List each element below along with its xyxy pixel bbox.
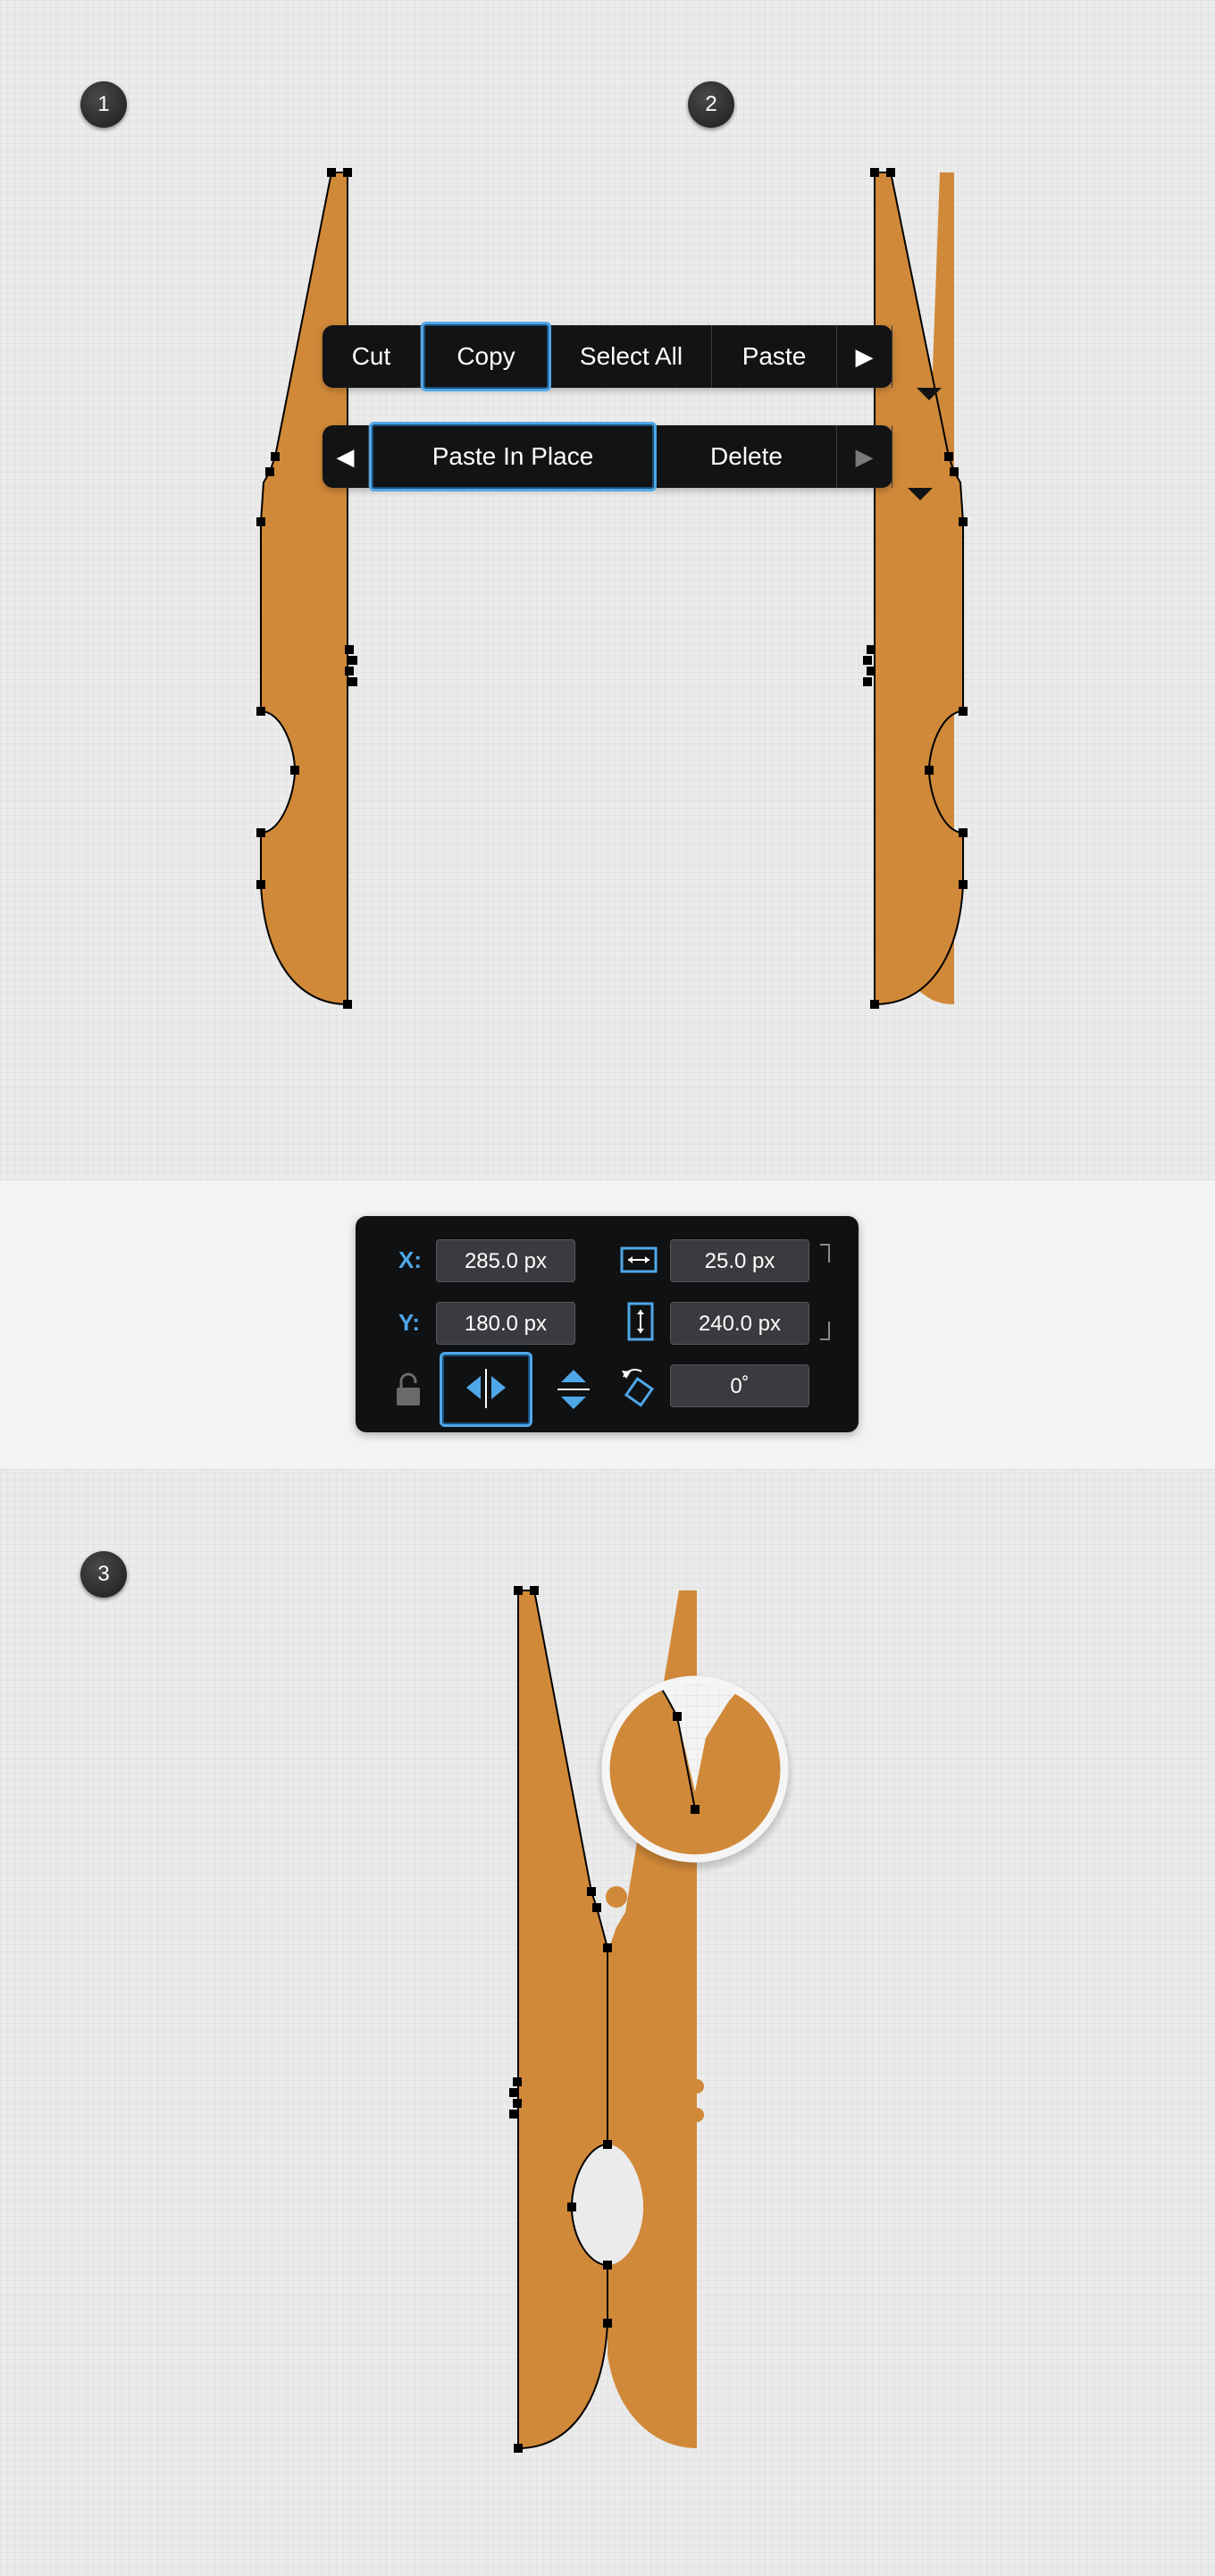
transform-panel: X: 285.0 px Y: 180.0 px 25.0 px 240.0 px [356,1216,859,1432]
menu-pointer [917,388,942,400]
menu-item-paste-in-place[interactable]: Paste In Place [369,422,657,491]
menu-next-arrow-icon[interactable]: ▶ [837,325,892,388]
menu-next-arrow-disabled-icon[interactable]: ▶ [837,425,892,488]
clothespin-front-half[interactable] [517,1590,608,2450]
width-input[interactable]: 25.0 px [670,1239,809,1282]
clothespin-drawing-bottom [509,1586,795,2453]
height-icon [627,1302,654,1341]
canvas-top: 1 2 Cut Copy Select All Paste ▶ ◀ Paste … [0,0,1215,1179]
menu-item-cut[interactable]: Cut [323,325,421,388]
flip-horizontal-icon [466,1369,506,1408]
canvas-bottom: 3 [0,1470,1215,2576]
height-input[interactable]: 240.0 px [670,1302,809,1345]
menu-pointer [908,488,933,500]
menu-item-delete[interactable]: Delete [657,425,837,488]
menu-item-select-all[interactable]: Select All [551,325,712,388]
x-input[interactable]: 285.0 px [436,1239,575,1282]
flip-vertical-icon[interactable] [554,1366,593,1413]
context-menu-row-1: Cut Copy Select All Paste ▶ [323,322,942,400]
flip-horizontal-button[interactable] [440,1352,532,1427]
context-menu-row-2: ◀ Paste In Place Delete ▶ [323,422,933,500]
menu-item-paste[interactable]: Paste [712,325,837,388]
width-icon [620,1246,658,1273]
y-label: Y: [398,1309,421,1336]
clothespin-half-shape[interactable] [260,172,348,1006]
y-input[interactable]: 180.0 px [436,1302,575,1345]
menu-prev-arrow-icon[interactable]: ◀ [323,425,369,488]
menu-item-copy[interactable]: Copy [421,322,551,391]
clothespin-drawing-top [256,168,968,1009]
transform-panel-area: X: 285.0 px Y: 180.0 px 25.0 px 240.0 px [0,1179,1215,1470]
rotate-icon[interactable] [618,1364,658,1409]
lock-icon[interactable] [393,1372,423,1407]
rotation-input[interactable]: 0˚ [670,1364,809,1407]
x-label: X: [398,1246,422,1273]
link-proportions-icon[interactable] [818,1243,840,1343]
